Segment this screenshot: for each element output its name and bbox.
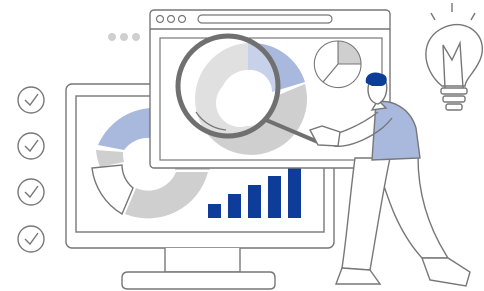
check-circle-icon bbox=[17, 86, 45, 114]
bar bbox=[248, 185, 261, 218]
monitor-stand bbox=[121, 271, 276, 290]
bar bbox=[208, 204, 221, 218]
check-circle-icon bbox=[17, 178, 45, 206]
window-dots bbox=[108, 33, 140, 41]
analytics-illustration bbox=[0, 0, 484, 291]
lightbulb-icon bbox=[425, 3, 484, 111]
check-circle-icon bbox=[17, 225, 45, 253]
bar bbox=[268, 176, 281, 218]
monitor-neck bbox=[164, 248, 241, 273]
checklist bbox=[17, 86, 45, 253]
bar bbox=[288, 168, 301, 218]
illustration-canvas bbox=[17, 3, 484, 290]
pie-chart-icon bbox=[313, 40, 362, 89]
check-circle-icon bbox=[17, 132, 45, 160]
bar bbox=[228, 194, 241, 218]
